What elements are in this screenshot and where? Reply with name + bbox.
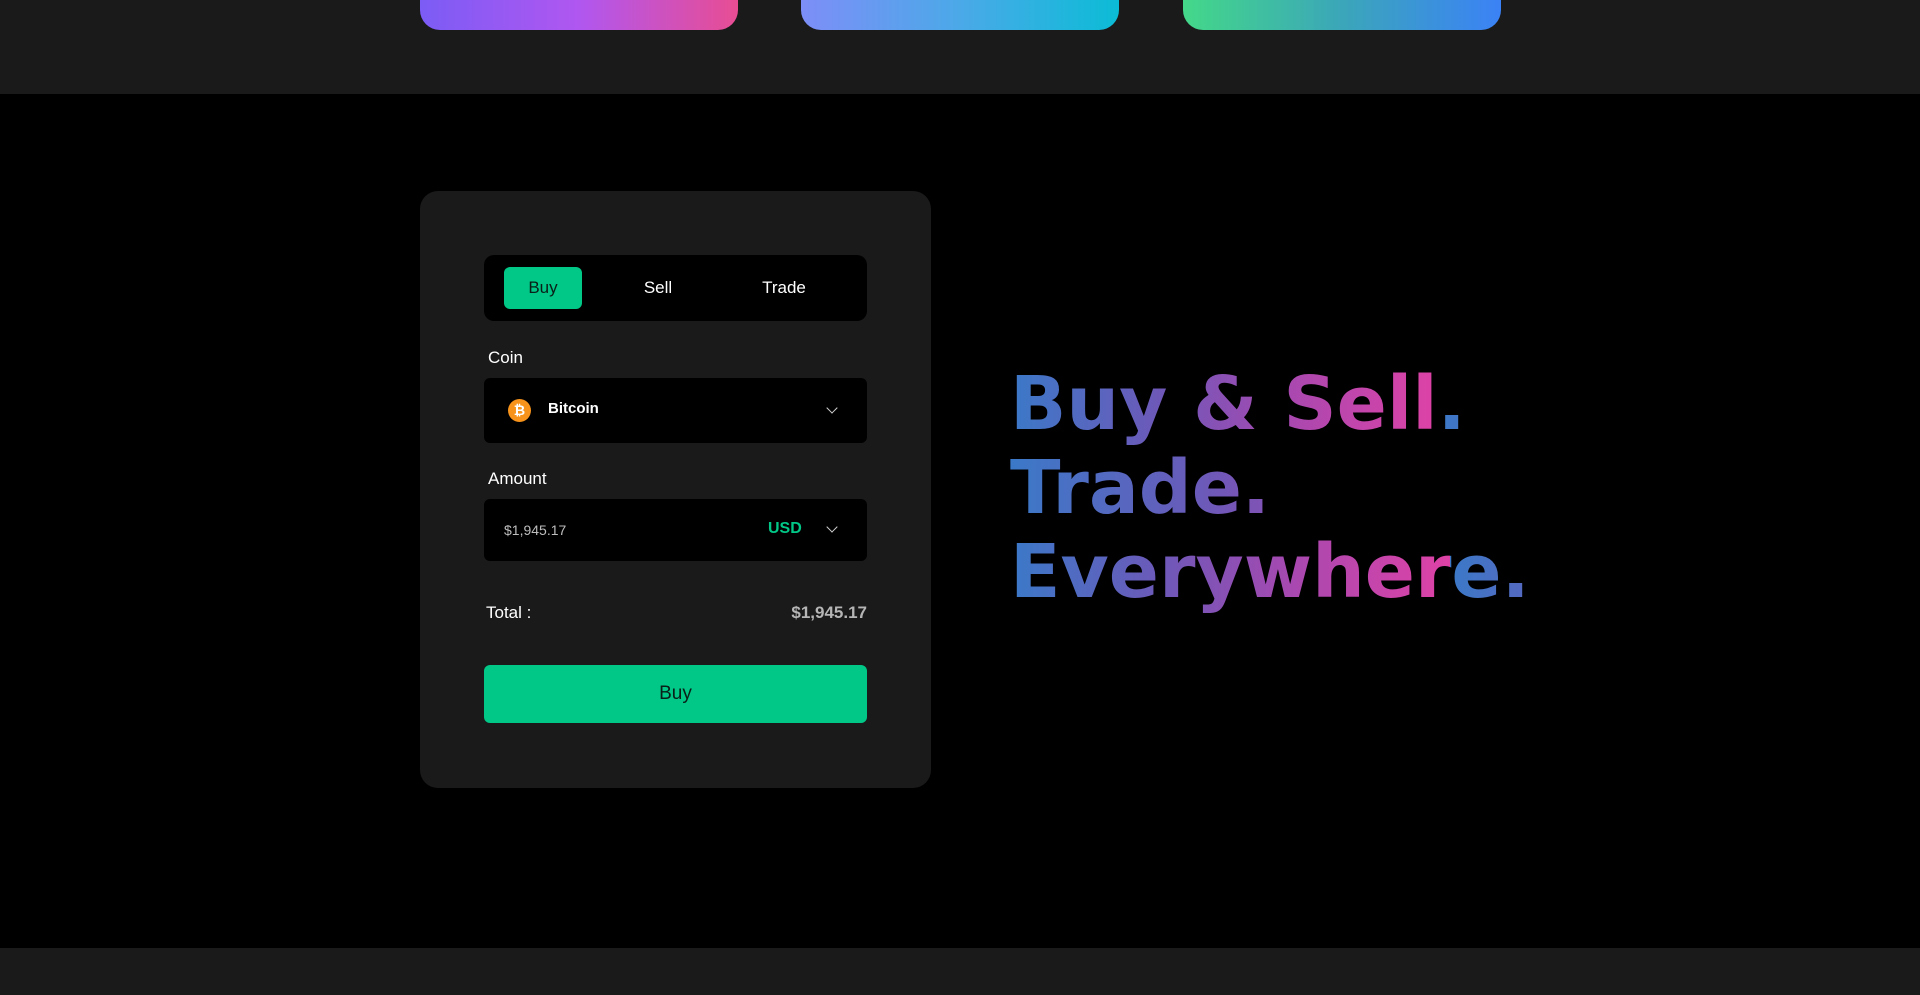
trade-widget: Buy Sell Trade Coin ₿ Bitcoin Amount USD…	[420, 191, 931, 788]
bitcoin-icon: ₿	[508, 399, 531, 422]
amount-label: Amount	[488, 469, 547, 488]
chevron-down-icon	[826, 402, 838, 414]
amount-input[interactable]	[504, 518, 744, 542]
tab-buy[interactable]: Buy	[504, 267, 582, 309]
top-section	[0, 0, 1920, 94]
footer-section	[0, 948, 1920, 995]
feature-card-green[interactable]	[1183, 0, 1501, 30]
total-value: $1,945.17	[791, 603, 867, 622]
hero-headline: Buy & Sell. Trade. Everywhere.	[1010, 362, 1530, 614]
coin-selected-value: Bitcoin	[548, 400, 599, 417]
currency-code: USD	[768, 520, 802, 537]
coin-label: Coin	[488, 348, 523, 367]
chevron-down-icon	[826, 521, 838, 533]
coin-select[interactable]: ₿ Bitcoin	[484, 378, 867, 443]
headline-line: Buy & Sell.	[1010, 362, 1530, 446]
feature-card-purple[interactable]	[420, 0, 738, 30]
amount-field: USD	[484, 499, 867, 561]
tab-trade[interactable]: Trade	[734, 267, 834, 309]
trade-mode-tabs: Buy Sell Trade	[484, 255, 867, 321]
currency-select[interactable]: USD	[768, 499, 858, 561]
total-label: Total :	[486, 603, 532, 622]
feature-card-blue[interactable]	[801, 0, 1119, 30]
headline-line: Everywhere.	[1010, 529, 1530, 615]
buy-button[interactable]: Buy	[484, 665, 867, 723]
tab-sell[interactable]: Sell	[618, 267, 698, 309]
headline-line: Trade.	[1010, 446, 1530, 530]
